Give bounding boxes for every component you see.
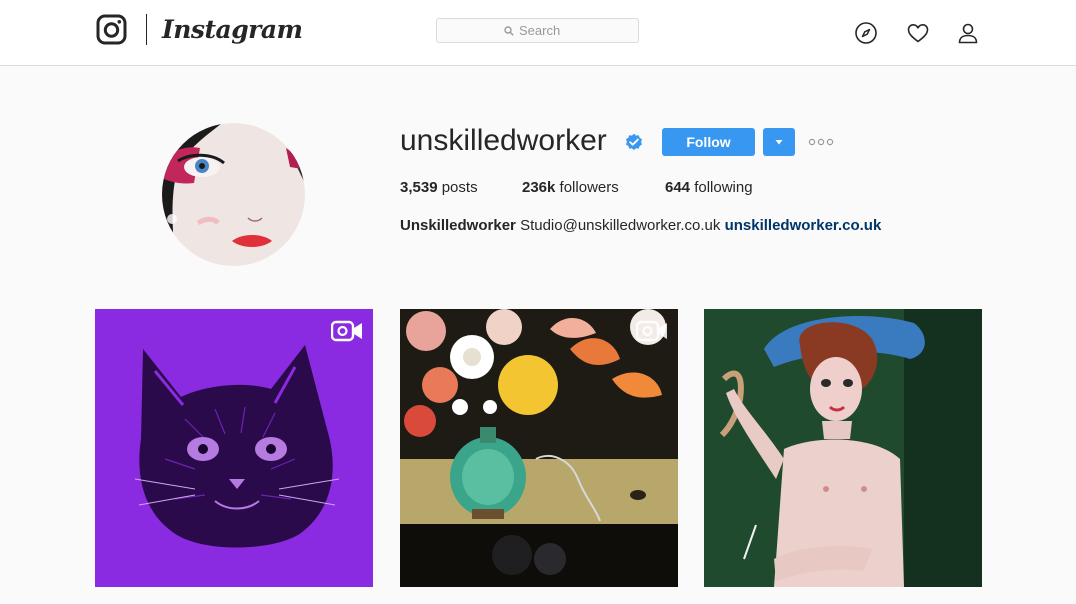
more-options-button[interactable] xyxy=(806,132,836,152)
top-navigation-bar: Instagram xyxy=(0,0,1076,66)
painted-woman-image xyxy=(704,309,982,587)
suggestions-dropdown-button[interactable] xyxy=(763,128,795,156)
post-thumbnail[interactable] xyxy=(95,309,373,587)
profile-username: unskilledworker xyxy=(400,124,607,157)
search-icon xyxy=(504,25,514,36)
instagram-wordmark[interactable]: Instagram xyxy=(162,14,303,46)
profile-bio: Unskilledworker Studio@unskilledworker.c… xyxy=(400,216,881,236)
instagram-camera-icon[interactable] xyxy=(96,14,127,45)
posts-label: posts xyxy=(441,179,478,196)
followers-label[interactable]: followers xyxy=(560,179,619,196)
posts-stat: 3,539 posts xyxy=(400,178,478,198)
following-label[interactable]: following xyxy=(694,179,752,196)
video-icon xyxy=(636,320,667,342)
followers-stat[interactable]: 236k followers xyxy=(522,178,619,198)
avatar-portrait-image xyxy=(162,123,305,266)
cat-illustration-image xyxy=(95,309,373,587)
posts-count: 3,539 xyxy=(400,179,438,196)
caret-down-icon xyxy=(775,140,783,145)
search-box[interactable] xyxy=(436,18,639,43)
followers-count[interactable]: 236k xyxy=(522,179,555,196)
post-thumbnail[interactable] xyxy=(400,309,678,587)
flower-still-life-image xyxy=(400,309,678,587)
heart-icon[interactable] xyxy=(906,21,930,45)
following-count[interactable]: 644 xyxy=(665,179,690,196)
search-input[interactable] xyxy=(519,23,571,38)
bio-text: Studio@unskilledworker.co.uk xyxy=(520,217,721,234)
follow-button[interactable]: Follow xyxy=(662,128,755,156)
ellipsis-icon xyxy=(808,138,834,146)
post-thumbnail[interactable] xyxy=(704,309,982,587)
compass-icon[interactable] xyxy=(854,21,878,45)
logo-divider xyxy=(146,14,147,45)
profile-full-name: Unskilledworker xyxy=(400,217,516,234)
video-icon xyxy=(331,320,362,342)
bio-website-link[interactable]: unskilledworker.co.uk xyxy=(725,217,882,234)
person-icon[interactable] xyxy=(956,21,980,45)
profile-avatar[interactable] xyxy=(162,123,305,266)
following-stat[interactable]: 644 following xyxy=(665,178,753,198)
verified-badge-icon xyxy=(626,133,642,150)
